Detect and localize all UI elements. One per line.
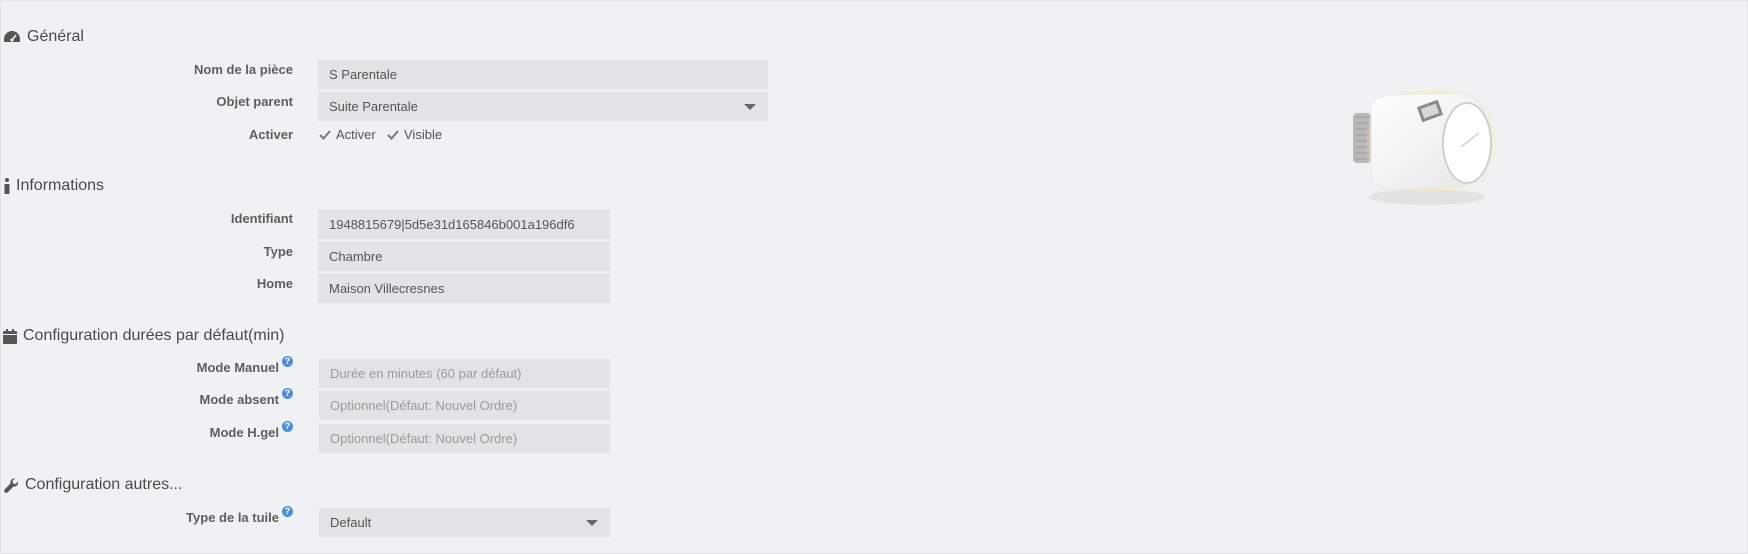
- home-field[interactable]: Maison Villecresnes: [318, 274, 610, 303]
- tile-type-value: Default: [330, 515, 372, 530]
- thermostat-valve-image: [1349, 85, 1499, 215]
- parent-object-label: Objet parent: [216, 94, 293, 109]
- dashboard-icon: [3, 28, 21, 46]
- info-icon: [3, 177, 11, 195]
- activate-label: Activer: [248, 127, 293, 142]
- identifier-field[interactable]: 1948815679|5d5e31d165846b001a196df6: [318, 210, 610, 239]
- manual-mode-label-text: Mode Manuel: [196, 360, 279, 375]
- section-general-title: Général: [3, 28, 84, 46]
- section-durations-title: Configuration durées par défaut(min): [3, 327, 284, 345]
- check-icon: [387, 129, 399, 140]
- activate-checkbox[interactable]: Activer: [318, 127, 376, 142]
- home-label: Home: [256, 276, 293, 291]
- activate-checkbox-label: Activer: [336, 127, 376, 142]
- room-name-input[interactable]: S Parentale: [318, 60, 768, 89]
- parent-object-select[interactable]: Suite Parentale: [318, 92, 768, 121]
- manual-mode-input[interactable]: Durée en minutes (60 par défaut): [319, 359, 610, 388]
- hgel-mode-input[interactable]: Optionnel(Défaut: Nouvel Ordre): [319, 424, 610, 453]
- wrench-icon: [3, 476, 19, 494]
- manual-mode-label: Mode Manuel?: [1, 356, 293, 375]
- absent-mode-label: Mode absent?: [1, 388, 293, 407]
- help-icon[interactable]: ?: [282, 388, 293, 399]
- section-others-label: Configuration autres...: [25, 476, 183, 493]
- visible-checkbox-label: Visible: [404, 127, 443, 142]
- section-others-title: Configuration autres...: [3, 476, 182, 494]
- section-informations-title: Informations: [3, 177, 104, 195]
- section-general-label: Général: [27, 28, 84, 45]
- help-icon[interactable]: ?: [282, 421, 293, 432]
- chevron-down-icon: [744, 104, 756, 110]
- identifier-label: Identifiant: [230, 211, 293, 226]
- absent-mode-input[interactable]: Optionnel(Défaut: Nouvel Ordre): [319, 391, 610, 420]
- help-icon[interactable]: ?: [282, 506, 293, 517]
- type-field[interactable]: Chambre: [318, 242, 610, 271]
- parent-object-value: Suite Parentale: [329, 99, 418, 114]
- tile-type-label: Type de la tuile?: [1, 506, 293, 525]
- section-informations-label: Informations: [16, 177, 105, 194]
- help-icon[interactable]: ?: [282, 356, 293, 367]
- tile-type-label-text: Type de la tuile: [186, 510, 279, 525]
- room-name-label: Nom de la pièce: [194, 62, 293, 77]
- chevron-down-icon: [586, 520, 598, 526]
- hgel-mode-label-text: Mode H.gel: [209, 425, 279, 440]
- absent-mode-label-text: Mode absent: [199, 392, 279, 407]
- tile-type-select[interactable]: Default: [319, 508, 610, 537]
- hgel-mode-label: Mode H.gel?: [1, 421, 293, 440]
- type-label: Type: [263, 244, 293, 259]
- check-icon: [319, 129, 331, 140]
- visible-checkbox[interactable]: Visible: [386, 127, 442, 142]
- calendar-icon: [3, 327, 17, 345]
- section-durations-label: Configuration durées par défaut(min): [23, 327, 285, 344]
